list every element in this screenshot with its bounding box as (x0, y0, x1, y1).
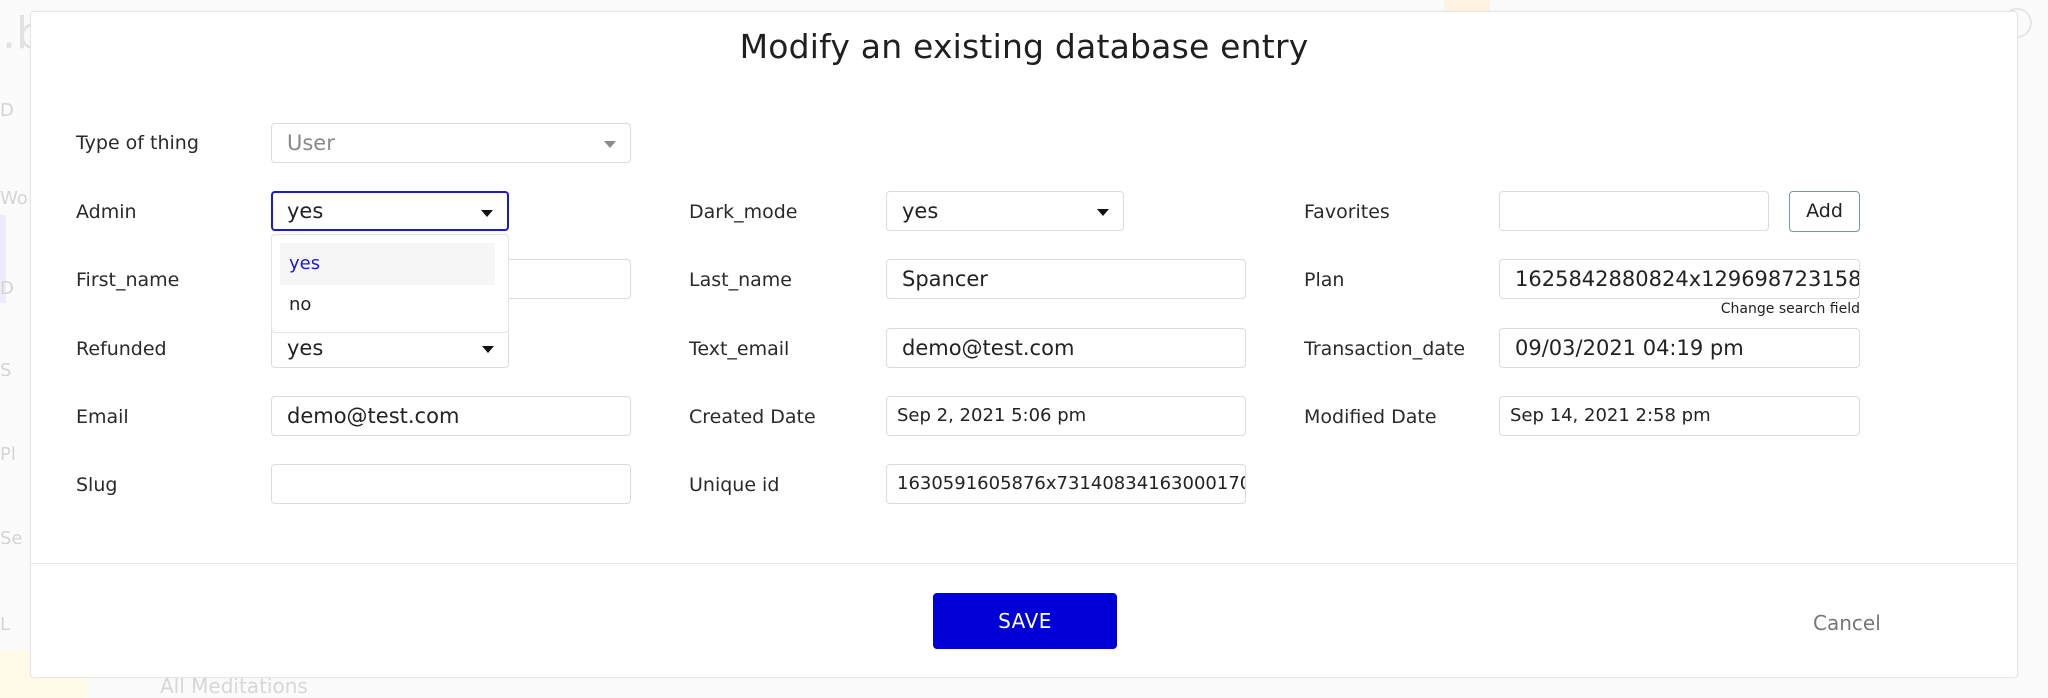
dark-mode-select[interactable]: yes (886, 191, 1124, 231)
modified-date-value: Sep 14, 2021 2:58 pm (1499, 396, 1860, 436)
created-date-label: Created Date (689, 406, 816, 428)
email-input[interactable]: demo@test.com (271, 396, 631, 436)
unique-id-value: 1630591605876x731408341630001700 (886, 464, 1246, 504)
slug-input[interactable] (271, 464, 631, 504)
admin-value: yes (287, 199, 324, 223)
type-of-thing-select: User (271, 123, 631, 163)
favorites-label: Favorites (1304, 201, 1390, 223)
slug-label: Slug (76, 474, 118, 496)
plan-label: Plan (1304, 269, 1345, 291)
refunded-select[interactable]: yes (271, 328, 509, 368)
admin-dropdown-menu: yes no (271, 234, 509, 333)
admin-label: Admin (76, 201, 137, 223)
save-button[interactable]: SAVE (933, 593, 1117, 649)
dark-mode-label: Dark_mode (689, 201, 798, 223)
dropdown-option-yes[interactable]: yes (280, 243, 495, 285)
modified-date-label: Modified Date (1304, 406, 1437, 428)
chevron-down-icon (482, 346, 494, 353)
transaction-date-input[interactable]: 09/03/2021 04:19 pm (1499, 328, 1860, 368)
text-email-label: Text_email (689, 338, 790, 360)
chevron-down-icon (1097, 209, 1109, 216)
text-email-input[interactable]: demo@test.com (886, 328, 1246, 368)
modify-entry-modal: Modify an existing database entry Type o… (30, 11, 2018, 678)
chevron-down-icon (604, 141, 616, 148)
refunded-value: yes (287, 336, 324, 360)
type-of-thing-label: Type of thing (76, 132, 199, 154)
cancel-button[interactable]: Cancel (1813, 611, 1881, 635)
last-name-label: Last_name (689, 269, 792, 291)
add-favorite-button[interactable]: Add (1789, 191, 1860, 232)
type-of-thing-value: User (287, 131, 335, 155)
dark-mode-value: yes (902, 199, 939, 223)
chevron-down-icon (481, 210, 493, 217)
created-date-value: Sep 2, 2021 5:06 pm (886, 396, 1246, 436)
change-search-field-link[interactable]: Change search field (1721, 301, 1860, 317)
last-name-input[interactable]: Spancer (886, 259, 1246, 299)
email-label: Email (76, 406, 129, 428)
footer-divider (31, 563, 2017, 564)
dropdown-option-no[interactable]: no (280, 284, 495, 326)
first-name-label: First_name (76, 269, 180, 291)
plan-search-input[interactable]: 1625842880824x1296987231582962 (1499, 259, 1860, 299)
favorites-input[interactable] (1499, 191, 1769, 231)
refunded-label: Refunded (76, 338, 167, 360)
unique-id-label: Unique id (689, 474, 780, 496)
modal-title: Modify an existing database entry (739, 27, 1309, 66)
admin-select[interactable]: yes (271, 191, 509, 231)
transaction-date-label: Transaction_date (1304, 338, 1466, 360)
